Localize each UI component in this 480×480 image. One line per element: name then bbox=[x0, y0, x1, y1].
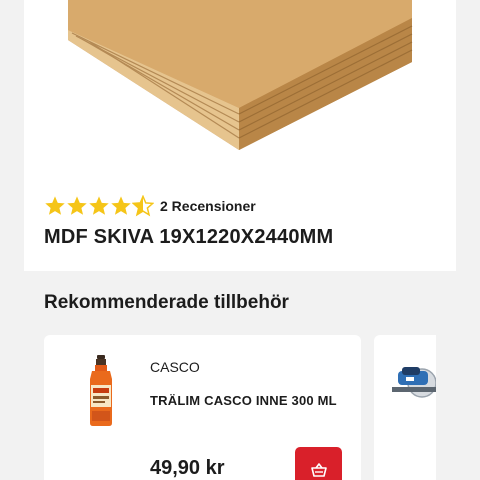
accessory-card-partial[interactable] bbox=[374, 335, 436, 480]
accessory-price: 49,90 kr bbox=[150, 457, 225, 479]
star-rating bbox=[44, 195, 154, 217]
basket-icon bbox=[310, 462, 327, 477]
accessory-brand: CASCO bbox=[150, 359, 200, 375]
star-icon bbox=[67, 196, 87, 215]
product-title: MDF SKIVA 19X1220X2440MM bbox=[44, 226, 334, 248]
accessories-section-title: Rekommenderade tillbehör bbox=[44, 292, 289, 313]
star-icon bbox=[89, 196, 109, 215]
glue-bottle-image bbox=[90, 355, 112, 426]
accessory-name[interactable]: TRÄLIM CASCO INNE 300 ML bbox=[150, 393, 337, 408]
rating-row[interactable]: 2 Recensioner bbox=[44, 194, 256, 218]
product-image bbox=[68, 0, 413, 150]
star-half-icon bbox=[132, 195, 154, 217]
star-icon bbox=[111, 196, 131, 215]
review-count-link[interactable]: 2 Recensioner bbox=[160, 198, 256, 214]
add-to-cart-button[interactable] bbox=[295, 447, 342, 480]
circular-saw-image bbox=[392, 367, 436, 398]
accessory-card[interactable]: CASCO TRÄLIM CASCO INNE 300 ML 49,90 kr bbox=[44, 335, 361, 480]
product-card: 2 Recensioner MDF SKIVA 19X1220X2440MM bbox=[24, 0, 456, 271]
star-icon bbox=[45, 196, 65, 215]
